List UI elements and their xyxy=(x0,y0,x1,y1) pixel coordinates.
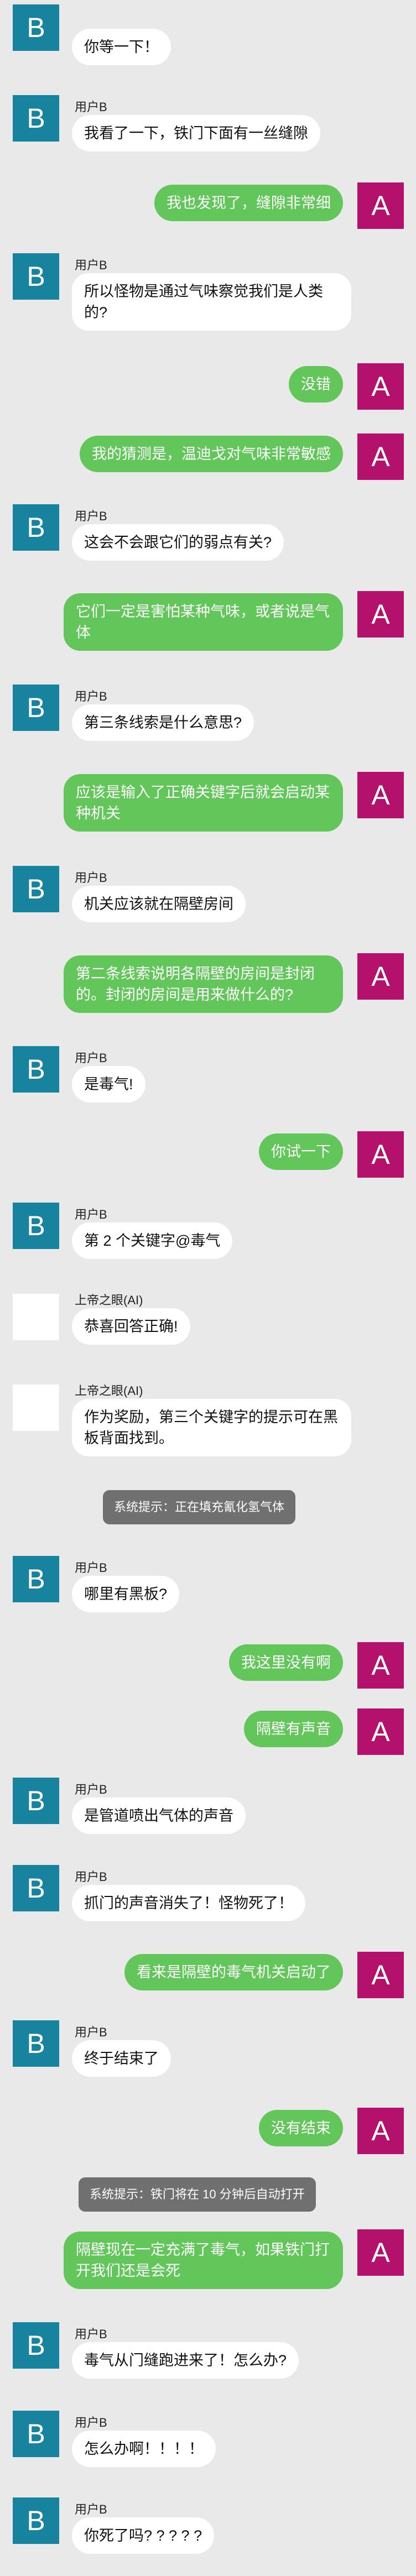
sender-name: 用户B xyxy=(75,871,107,885)
message-bubble-user-b: 机关应该就在隔壁房间 xyxy=(72,886,246,922)
avatar-user-b: B xyxy=(13,2497,59,2544)
avatar-user-b: B xyxy=(13,685,59,731)
avatar-ai xyxy=(13,1384,59,1431)
message-bubble-user-a: 没错 xyxy=(289,366,343,403)
sender-name: 用户B xyxy=(75,1561,107,1575)
message-bubble-user-b: 这会不会跟它们的弱点有关? xyxy=(72,524,284,561)
message-bubble-user-b: 终于结束了 xyxy=(72,2040,171,2077)
sender-name: 用户B xyxy=(75,1208,107,1221)
avatar-user-a: A xyxy=(357,953,404,1000)
message-bubble-user-a: 你试一下 xyxy=(259,1133,343,1170)
avatar-user-b: B xyxy=(13,2411,59,2457)
sender-name: 用户B xyxy=(75,258,107,272)
message-bubble-user-a: 我这里没有啊 xyxy=(229,1644,343,1681)
message-bubble-user-b: 你等一下！ xyxy=(72,29,171,65)
message-bubble-user-b: 是毒气! xyxy=(72,1066,145,1102)
sender-name: 用户B xyxy=(75,2502,107,2516)
sender-name: 用户B xyxy=(75,100,107,114)
avatar-user-b: B xyxy=(13,1203,59,1249)
avatar-user-a: A xyxy=(357,363,404,410)
avatar-user-a: A xyxy=(357,772,404,818)
sender-name: 用户B xyxy=(75,1870,107,1884)
avatar-user-a: A xyxy=(357,1708,404,1755)
message-bubble-user-a: 没有结束 xyxy=(259,2110,343,2146)
message-bubble-user-b: 怎么办啊！！！！ xyxy=(72,2431,216,2467)
avatar-user-a: A xyxy=(357,2229,404,2276)
avatar-user-a: A xyxy=(357,591,404,638)
avatar-user-b: B xyxy=(13,4,59,51)
message-bubble-user-a: 隔壁有声音 xyxy=(244,1711,343,1747)
avatar-user-b: B xyxy=(13,1778,59,1824)
message-bubble-user-b: 是管道喷出气体的声音 xyxy=(72,1798,246,1834)
avatar-user-b: B xyxy=(13,2322,59,2369)
message-bubble-user-b: 毒气从门缝跑进来了！怎么办? xyxy=(72,2342,299,2379)
system-notice: 系统提示：正在填充氰化氢气体 xyxy=(103,1490,296,1524)
message-bubble-user-a: 应该是输入了正确关键字后就会启动某种机关 xyxy=(64,774,343,832)
message-bubble-user-a: 它们一定是害怕某种气味，或者说是气体 xyxy=(64,593,343,651)
message-bubble-user-b: 抓门的声音消失了！怪物死了！ xyxy=(72,1885,305,1921)
sender-name: 上帝之眼(AI) xyxy=(75,1384,143,1398)
avatar-user-a: A xyxy=(357,1952,404,1998)
avatar-user-a: A xyxy=(357,182,404,229)
message-bubble-user-b: 第 2 个关键字@毒气 xyxy=(72,1222,233,1259)
avatar-user-a: A xyxy=(357,1131,404,1178)
avatar-user-b: B xyxy=(13,2020,59,2067)
message-bubble-user-a: 隔壁现在一定充满了毒气，如果铁门打开我们还是会死 xyxy=(64,2232,343,2289)
avatar-user-b: B xyxy=(13,1046,59,1093)
avatar-user-b: B xyxy=(13,95,59,142)
sender-name: 用户B xyxy=(75,1783,107,1796)
message-bubble-user-b: 哪里有黑板? xyxy=(72,1576,180,1612)
message-bubble-user-a: 我也发现了，缝隙非常细 xyxy=(154,185,343,221)
message-bubble-ai: 恭喜回答正确! xyxy=(72,1308,190,1345)
avatar-ai xyxy=(13,1294,59,1340)
sender-name: 用户B xyxy=(75,2025,107,2039)
avatar-user-b: B xyxy=(13,1865,59,1911)
message-bubble-user-b: 第三条线索是什么意思? xyxy=(72,704,254,741)
chat-transcript: B 你等一下！ B 用户B 我看了一下，铁门下面有一丝缝隙 A 我也发现了，缝隙… xyxy=(0,0,416,2576)
message-bubble-user-b: 你死了吗? ? ? ? ? xyxy=(72,2517,215,2554)
message-bubble-user-a: 看来是隔壁的毒气机关启动了 xyxy=(124,1954,343,1990)
sender-name: 用户B xyxy=(75,2327,107,2341)
system-notice: 系统提示：铁门将在 10 分钟后自动打开 xyxy=(79,2177,316,2212)
message-bubble-ai: 作为奖励，第三个关键字的提示可在黑板背面找到。 xyxy=(72,1399,351,1456)
message-bubble-user-a: 第二条线索说明各隔壁的房间是封闭的。封闭的房间是用来做什么的? xyxy=(64,955,343,1013)
avatar-user-b: B xyxy=(13,1556,59,1602)
avatar-user-a: A xyxy=(357,2108,404,2154)
avatar-user-b: B xyxy=(13,253,59,300)
avatar-user-b: B xyxy=(13,866,59,912)
avatar-user-a: A xyxy=(357,433,404,480)
sender-name: 上帝之眼(AI) xyxy=(75,1293,143,1307)
sender-name: 用户B xyxy=(75,689,107,703)
sender-name: 用户B xyxy=(75,1051,107,1065)
message-bubble-user-a: 我的猜测是，温迪戈对气味非常敏感 xyxy=(80,436,343,472)
avatar-user-a: A xyxy=(357,1642,404,1689)
sender-name: 用户B xyxy=(75,509,107,523)
avatar-user-b: B xyxy=(13,504,59,551)
sender-name: 用户B xyxy=(75,2416,107,2429)
message-bubble-user-b: 所以怪物是通过气味察觉我们是人类的? xyxy=(72,273,351,331)
message-bubble-user-b: 我看了一下，铁门下面有一丝缝隙 xyxy=(72,115,320,151)
